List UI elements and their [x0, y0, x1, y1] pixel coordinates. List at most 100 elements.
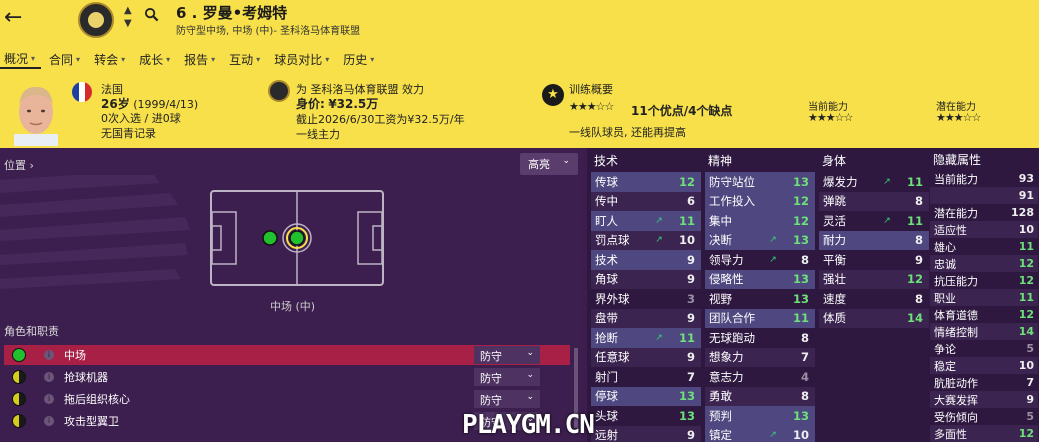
- attribute-row[interactable]: 领导力 ↗ 8: [705, 250, 815, 270]
- hidden-attribute-row[interactable]: 稳定 10: [930, 357, 1038, 374]
- attribute-row[interactable]: 界外球 3: [591, 289, 701, 309]
- hidden-attribute-name: 情绪控制: [934, 325, 978, 339]
- attribute-row[interactable]: 防守站位 13: [705, 172, 815, 192]
- attribute-row[interactable]: 预判 13: [705, 406, 815, 426]
- attribute-row[interactable]: 意志力 4: [705, 367, 815, 387]
- hidden-attribute-row[interactable]: 忠诚 12: [930, 255, 1038, 272]
- attribute-row[interactable]: 射门 7: [591, 367, 701, 387]
- role-row[interactable]: i 拖后组织核心 防守 ⌄: [4, 389, 570, 409]
- attribute-row[interactable]: 技术 9: [591, 250, 701, 270]
- attribute-row[interactable]: 耐力 8: [819, 230, 929, 250]
- tab-transfer[interactable]: 转会 ▾: [90, 49, 131, 69]
- attribute-value: 13: [792, 174, 809, 189]
- hidden-attribute-row[interactable]: 91: [930, 187, 1038, 204]
- attribute-row[interactable]: 勇敢 8: [705, 386, 815, 406]
- attribute-row[interactable]: 弹跳 8: [819, 191, 929, 211]
- hidden-list: 当前能力 93 91 潜在能力 128 适应性 10 雄心 11 忠诚 12 抗压能力 12 职业 11 体育…: [930, 170, 1038, 442]
- highlight-dropdown[interactable]: 高亮 ⌄: [520, 153, 578, 175]
- attribute-name: 角球: [595, 272, 618, 287]
- role-name: 攻击型翼卫: [64, 415, 119, 428]
- attribute-value: 13: [792, 291, 809, 306]
- hidden-attribute-row[interactable]: 当前能力 93: [930, 170, 1038, 187]
- info-icon[interactable]: i: [44, 416, 54, 426]
- youth-caps: 无国青记录: [101, 127, 156, 140]
- attribute-row[interactable]: 远射 9: [591, 425, 701, 442]
- attribute-row[interactable]: 集中 12: [705, 211, 815, 231]
- attribute-row[interactable]: 平衡 9: [819, 250, 929, 270]
- hidden-attribute-row[interactable]: 情绪控制 14: [930, 323, 1038, 340]
- attribute-row[interactable]: 工作投入 12: [705, 191, 815, 211]
- hidden-attribute-row[interactable]: 适应性 10: [930, 221, 1038, 238]
- prev-next-player-icon[interactable]: ▲ ▼: [124, 4, 132, 30]
- hidden-attribute-name: 受伤倾向: [934, 410, 978, 424]
- hidden-attribute-name: 体育道德: [934, 308, 978, 322]
- attribute-value: 13: [792, 408, 809, 423]
- attribute-value: 11: [906, 174, 923, 189]
- info-icon[interactable]: i: [44, 350, 54, 360]
- attribute-row[interactable]: 团队合作 11: [705, 308, 815, 328]
- search-icon[interactable]: [144, 7, 159, 22]
- attribute-row[interactable]: 镇定 ↗ 10: [705, 425, 815, 442]
- hidden-attribute-row[interactable]: 受伤倾向 5: [930, 408, 1038, 425]
- attribute-row[interactable]: 强壮 12: [819, 269, 929, 289]
- hidden-attribute-row[interactable]: 大赛发挥 9: [930, 391, 1038, 408]
- attribute-row[interactable]: 无球跑动 8: [705, 328, 815, 348]
- attribute-row[interactable]: 速度 8: [819, 289, 929, 309]
- tab-history[interactable]: 历史 ▾: [339, 49, 380, 69]
- role-row[interactable]: i 抢球机器 防守 ⌄: [4, 367, 570, 387]
- hidden-attribute-row[interactable]: 抗压能力 12: [930, 272, 1038, 289]
- info-icon[interactable]: i: [44, 394, 54, 404]
- role-row[interactable]: i 中场 防守 ⌄: [4, 345, 570, 365]
- hidden-attribute-name: 适应性: [934, 223, 967, 237]
- attribute-row[interactable]: 传球 12: [591, 172, 701, 192]
- training-title: 训练概要: [569, 83, 613, 96]
- hidden-attribute-row[interactable]: 多面性 12: [930, 425, 1038, 442]
- attribute-row[interactable]: 停球 13: [591, 386, 701, 406]
- role-name: 拖后组织核心: [64, 393, 130, 406]
- attribute-row[interactable]: 盯人 ↗ 11: [591, 211, 701, 231]
- role-duty-dropdown[interactable]: 防守 ⌄: [474, 368, 540, 386]
- attribute-row[interactable]: 抢断 ↗ 11: [591, 328, 701, 348]
- tab-compare[interactable]: 球员对比 ▾: [270, 49, 335, 69]
- training-star-rating: ★★★☆☆: [569, 100, 614, 113]
- hidden-title: 隐藏属性: [933, 153, 982, 167]
- attribute-row[interactable]: 体质 14: [819, 308, 929, 328]
- attribute-name: 盘带: [595, 311, 618, 326]
- attribute-row[interactable]: 传中 6: [591, 191, 701, 211]
- tab-development[interactable]: 成长 ▾: [135, 49, 176, 69]
- position-label[interactable]: 位置 ›: [4, 157, 34, 173]
- attribute-row[interactable]: 视野 13: [705, 289, 815, 309]
- attribute-row[interactable]: 想象力 7: [705, 347, 815, 367]
- role-duty-dropdown[interactable]: 防守 ⌄: [474, 346, 540, 364]
- tab-interaction[interactable]: 互动 ▾: [225, 49, 266, 69]
- tab-reports[interactable]: 报告 ▾: [180, 49, 221, 69]
- attribute-name: 头球: [595, 408, 618, 423]
- attribute-row[interactable]: 灵活 ↗ 11: [819, 211, 929, 231]
- info-icon[interactable]: i: [44, 372, 54, 382]
- hidden-attribute-row[interactable]: 雄心 11: [930, 238, 1038, 255]
- attribute-value: 8: [800, 252, 809, 267]
- position-dot-dm: [262, 230, 278, 246]
- attribute-row[interactable]: 任意球 9: [591, 347, 701, 367]
- hidden-attribute-row[interactable]: 肮脏动作 7: [930, 374, 1038, 391]
- trend-up-icon: ↗: [769, 430, 777, 441]
- attribute-row[interactable]: 盘带 9: [591, 308, 701, 328]
- attribute-row[interactable]: 决断 ↗ 13: [705, 230, 815, 250]
- attribute-value: 9: [686, 428, 695, 442]
- hidden-attribute-row[interactable]: 争论 5: [930, 340, 1038, 357]
- attribute-row[interactable]: 头球 13: [591, 406, 701, 426]
- attribute-row[interactable]: 侵略性 13: [705, 269, 815, 289]
- hidden-attribute-row[interactable]: 体育道德 12: [930, 306, 1038, 323]
- hidden-attribute-value: 9: [1026, 393, 1034, 406]
- hidden-attribute-row[interactable]: 职业 11: [930, 289, 1038, 306]
- attribute-row[interactable]: 爆发力 ↗ 11: [819, 172, 929, 192]
- attribute-row[interactable]: 角球 9: [591, 269, 701, 289]
- back-arrow-icon[interactable]: ←: [4, 6, 26, 32]
- attribute-row[interactable]: 罚点球 ↗ 10: [591, 230, 701, 250]
- tab-contract[interactable]: 合同 ▾: [45, 49, 86, 69]
- tab-overview[interactable]: 概况 ▾: [0, 49, 42, 69]
- role-duty-dropdown[interactable]: 防守 ⌄: [474, 390, 540, 408]
- hidden-attribute-row[interactable]: 潜在能力 128: [930, 204, 1038, 221]
- hidden-attribute-value: 128: [1011, 206, 1034, 219]
- attribute-name: 盯人: [595, 213, 618, 228]
